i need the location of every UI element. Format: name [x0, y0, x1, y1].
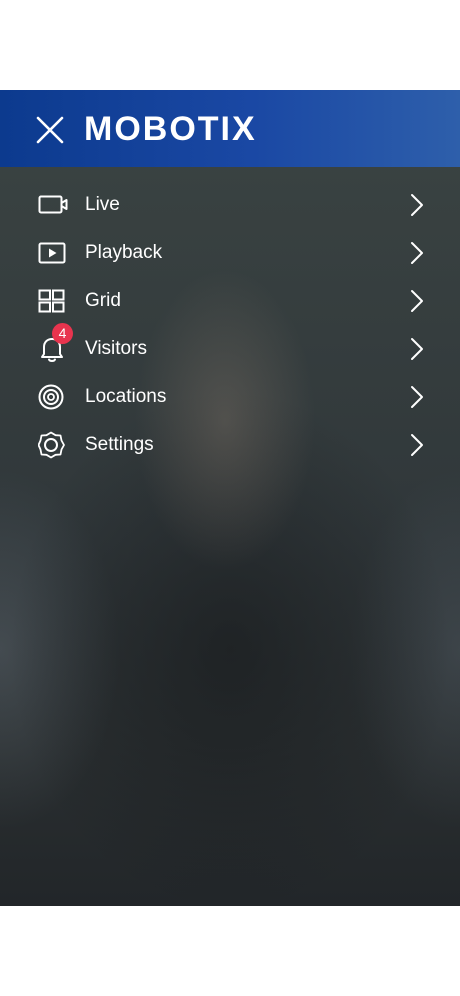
locations-icon: [38, 384, 64, 410]
menu-item-visitors[interactable]: 4 Visitors: [0, 323, 460, 373]
menu-item-locations[interactable]: Locations: [0, 373, 460, 421]
camera-icon: [38, 195, 68, 214]
visitors-count-badge: 4: [52, 323, 73, 344]
menu-label-settings: Settings: [85, 434, 154, 455]
chevron-right-icon: [411, 338, 423, 360]
menu-header: MOBOTIX: [0, 90, 460, 167]
menu-label-grid: Grid: [85, 290, 121, 311]
chevron-right-icon: [411, 434, 423, 456]
playback-icon: [38, 242, 66, 264]
menu-item-grid[interactable]: Grid: [0, 277, 460, 325]
grid-icon: [38, 289, 65, 313]
chevron-right-icon: [411, 194, 423, 216]
menu-item-playback[interactable]: Playback: [0, 229, 460, 277]
chevron-right-icon: [411, 242, 423, 264]
app-screen: MOBOTIX Live Playback Grid 4 Visitors Lo…: [0, 90, 460, 906]
menu-label-playback: Playback: [85, 242, 163, 263]
menu-label-live: Live: [85, 194, 120, 215]
menu-item-settings[interactable]: Settings: [0, 421, 460, 469]
menu-item-live[interactable]: Live: [0, 181, 460, 229]
settings-icon: [38, 431, 65, 459]
side-menu: Live Playback Grid 4 Visitors Locations …: [0, 181, 460, 469]
brand-logo: MOBOTIX: [84, 110, 257, 148]
chevron-right-icon: [411, 290, 423, 312]
close-icon[interactable]: [34, 114, 66, 146]
menu-label-visitors: Visitors: [85, 338, 147, 359]
menu-label-locations: Locations: [85, 386, 167, 407]
chevron-right-icon: [411, 386, 423, 408]
